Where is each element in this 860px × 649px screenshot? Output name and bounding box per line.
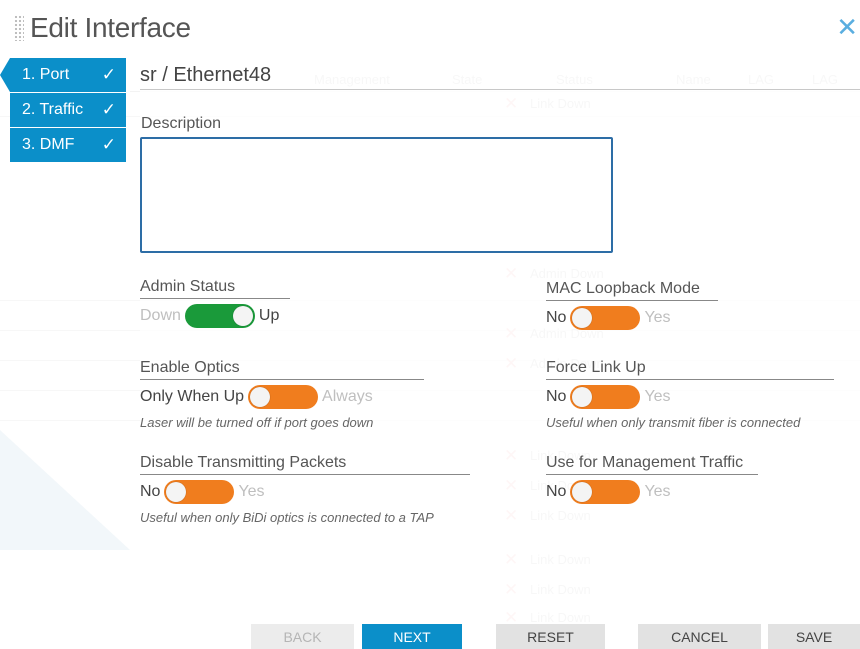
toggle-knob [572,387,593,407]
description-input[interactable] [140,137,613,253]
wizard-steps: 1. Port ✓ 2. Traffic ✓ 3. DMF ✓ [0,58,126,163]
toggle-off-label: No [140,483,161,500]
management-traffic-field: Use for Management Traffic No Yes [546,454,758,504]
mac-loopback-field: MAC Loopback Mode No Yes [546,280,718,330]
enable-optics-toggle[interactable] [248,385,319,409]
check-icon: ✓ [101,135,116,154]
management-traffic-toggle[interactable] [570,480,641,504]
mac-loopback-label: MAC Loopback Mode [546,280,718,301]
admin-status-toggle[interactable] [184,304,255,328]
step-label: 1. Port [22,66,70,83]
management-traffic-label: Use for Management Traffic [546,454,758,475]
toggle-knob [572,482,593,502]
enable-optics-hint: Laser will be turned off if port goes do… [140,415,374,430]
toggle-on-label: Yes [644,309,671,326]
step-port[interactable]: 1. Port ✓ [0,58,126,92]
save-button[interactable]: SAVE [768,624,860,649]
toggle-off-label: Down [140,307,181,324]
close-icon[interactable]: ✕ [836,14,858,40]
step-label: 3. DMF [22,136,75,153]
next-button[interactable]: NEXT [362,624,462,649]
force-link-up-label: Force Link Up [546,359,834,380]
reset-button[interactable]: RESET [496,624,605,649]
force-link-up-toggle[interactable] [570,385,641,409]
disable-transmitting-field: Disable Transmitting Packets No Yes Usef… [140,454,470,525]
toggle-off-label: No [546,309,567,326]
step-label: 2. Traffic [22,101,84,118]
toggle-off-label: No [546,483,567,500]
toggle-on-label: Always [322,388,373,405]
edit-interface-dialog: Edit Interface ✕ 1. Port ✓ 2. Traffic ✓ … [0,0,860,649]
toggle-on-label: Yes [238,483,265,500]
back-button[interactable]: BACK [251,624,354,649]
dialog-title: Edit Interface [30,12,191,43]
dialog-title-bar: Edit Interface ✕ [0,0,860,52]
description-label: Description [141,115,222,132]
force-link-up-field: Force Link Up No Yes Useful when only tr… [546,359,834,430]
check-icon: ✓ [101,65,116,84]
divider [140,89,860,90]
toggle-on-label: Yes [644,483,671,500]
disable-transmitting-toggle[interactable] [164,480,235,504]
toggle-off-label: Only When Up [140,388,245,405]
toggle-on-label: Up [258,307,280,324]
check-icon: ✓ [101,100,116,119]
drag-handle-icon[interactable] [14,15,24,41]
toggle-knob [166,482,187,502]
step-dmf[interactable]: 3. DMF ✓ [10,128,126,162]
disable-transmitting-hint: Useful when only BiDi optics is connecte… [140,510,434,525]
toggle-off-label: No [546,388,567,405]
enable-optics-label: Enable Optics [140,359,424,380]
disable-transmitting-label: Disable Transmitting Packets [140,454,470,475]
port-name: sr / Ethernet48 [140,64,272,86]
toggle-knob [232,306,253,326]
toggle-knob [250,387,271,407]
mac-loopback-toggle[interactable] [570,306,641,330]
cancel-button[interactable]: CANCEL [638,624,761,649]
admin-status-label: Admin Status [140,278,290,299]
step-traffic[interactable]: 2. Traffic ✓ [10,93,126,127]
toggle-knob [572,308,593,328]
enable-optics-field: Enable Optics Only When Up Always Laser … [140,359,424,430]
admin-status-field: Admin Status Down Up [140,278,290,328]
toggle-on-label: Yes [644,388,671,405]
force-link-up-hint: Useful when only transmit fiber is conne… [546,415,801,430]
